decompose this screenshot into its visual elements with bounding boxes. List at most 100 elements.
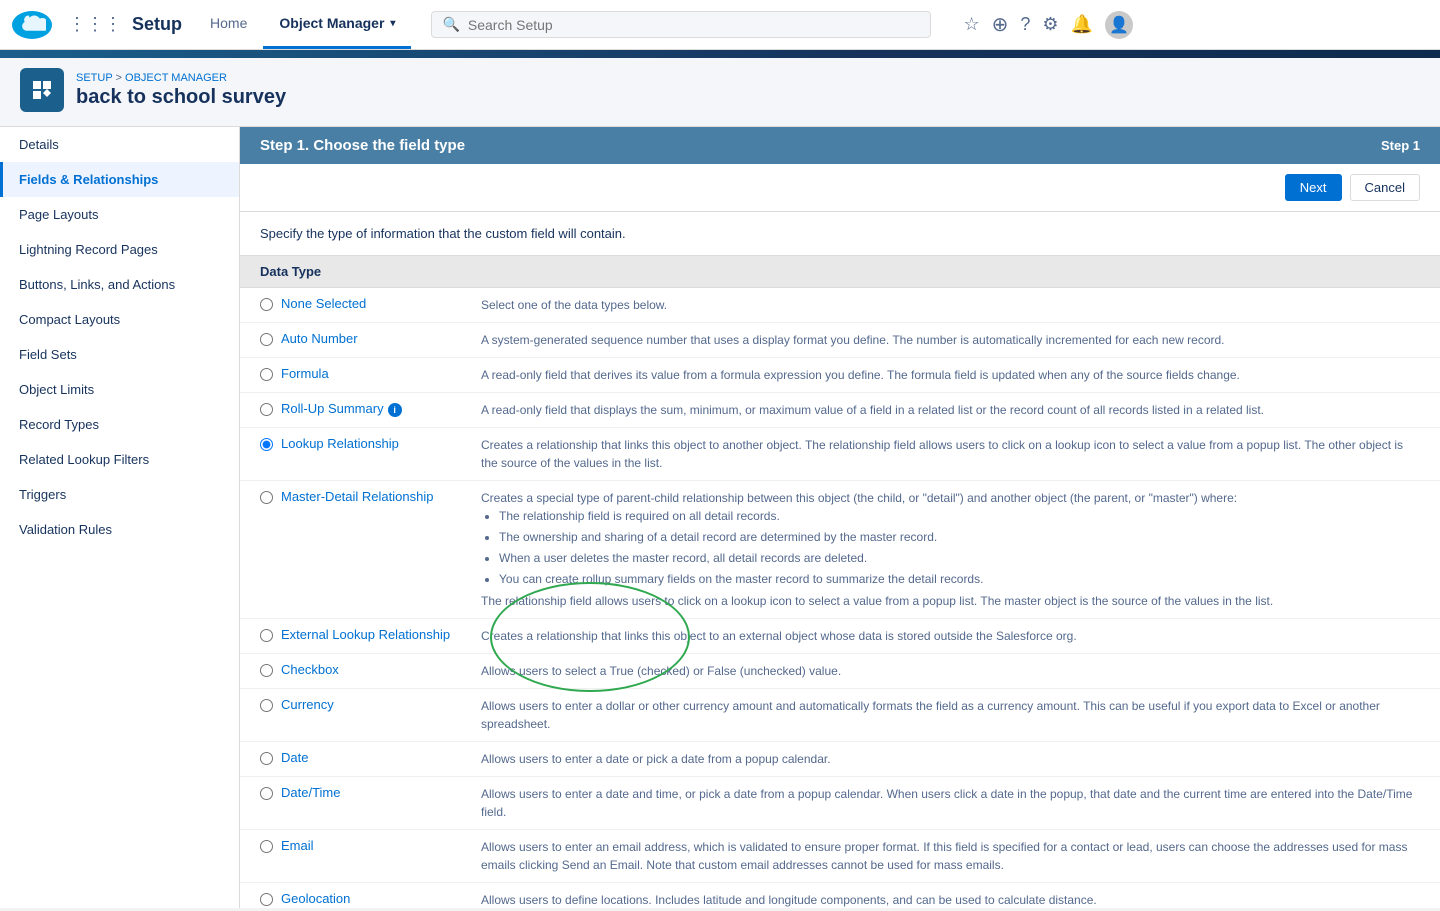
desc-email: Allows users to enter an email address, …: [481, 838, 1420, 874]
label-link-external-lookup-relationship[interactable]: External Lookup Relationship: [281, 627, 450, 642]
instruction-text: Specify the type of information that the…: [240, 212, 1440, 255]
data-type-row-date[interactable]: Date Allows users to enter a date or pick…: [240, 742, 1440, 777]
sidebar-item-fields-relationships[interactable]: Fields & Relationships: [0, 162, 239, 197]
search-bar: 🔍: [431, 11, 931, 38]
label-link-auto-number[interactable]: Auto Number: [281, 331, 358, 346]
label-link-roll-up-summary[interactable]: Roll-Up Summary: [281, 401, 384, 416]
label-link-lookup-relationship[interactable]: Lookup Relationship: [281, 436, 399, 451]
plus-icon[interactable]: ⊕: [992, 12, 1009, 37]
desc-date: Allows users to enter a date or pick a d…: [481, 750, 1420, 768]
desc-roll-up-summary: A read-only field that displays the sum,…: [481, 401, 1420, 419]
radio-email[interactable]: [260, 840, 273, 853]
top-navigation: ⋮⋮⋮ Setup Home Object Manager ▾ 🔍 ☆ ⊕ ? …: [0, 0, 1440, 50]
label-link-checkbox[interactable]: Checkbox: [281, 662, 339, 677]
gear-icon[interactable]: ⚙: [1042, 14, 1058, 35]
search-icon: 🔍: [442, 16, 459, 33]
tab-object-manager[interactable]: Object Manager ▾: [263, 0, 411, 49]
desc-auto-number: A system-generated sequence number that …: [481, 331, 1420, 349]
next-button[interactable]: Next: [1285, 174, 1342, 201]
label-link-date[interactable]: Date: [281, 750, 308, 765]
step-label: Step 1: [1381, 138, 1420, 153]
page-title: back to school survey: [76, 86, 286, 109]
data-type-row-email[interactable]: Email Allows users to enter an email addr…: [240, 830, 1440, 883]
desc-none-selected: Select one of the data types below.: [481, 296, 1420, 314]
data-type-row-geolocation[interactable]: Geolocation Allows users to define locati…: [240, 883, 1440, 908]
data-type-row-lookup-relationship[interactable]: Lookup Relationship Creates a relationshi…: [240, 428, 1440, 481]
label-link-geolocation[interactable]: Geolocation: [281, 891, 350, 906]
sidebar-item-validation-rules[interactable]: Validation Rules: [0, 512, 239, 547]
radio-lookup-relationship[interactable]: [260, 438, 273, 451]
radio-date-time[interactable]: [260, 787, 273, 800]
data-type-row-checkbox[interactable]: Checkbox Allows users to select a True (c…: [240, 654, 1440, 689]
desc-currency: Allows users to enter a dollar or other …: [481, 697, 1420, 733]
breadcrumb-area: SETUP > OBJECT MANAGER back to school su…: [0, 58, 1440, 127]
data-type-row-date-time[interactable]: Date/Time Allows users to enter a date an…: [240, 777, 1440, 830]
radio-none-selected[interactable]: [260, 298, 273, 311]
app-grid-icon[interactable]: ⋮⋮⋮: [68, 14, 122, 35]
chevron-down-icon: ▾: [390, 18, 395, 29]
sidebar-item-compact-layouts[interactable]: Compact Layouts: [0, 302, 239, 337]
radio-auto-number[interactable]: [260, 333, 273, 346]
sidebar-item-object-limits[interactable]: Object Limits: [0, 372, 239, 407]
breadcrumb-path: SETUP > OBJECT MANAGER: [76, 72, 286, 84]
cancel-button[interactable]: Cancel: [1350, 174, 1420, 201]
data-type-row-master-detail-relationship[interactable]: Master-Detail RelationshipCreates a spec…: [240, 481, 1440, 619]
data-type-row-none-selected[interactable]: None SelectedSelect one of the data type…: [240, 288, 1440, 323]
breadcrumb: SETUP > OBJECT MANAGER back to school su…: [76, 72, 286, 109]
data-type-row-roll-up-summary[interactable]: Roll-Up Summary i A read-only field that d…: [240, 393, 1440, 428]
help-icon[interactable]: ?: [1020, 14, 1030, 35]
step-header-title: Step 1. Choose the field type: [260, 137, 465, 154]
sidebar-item-triggers[interactable]: Triggers: [0, 477, 239, 512]
step-toolbar: Next Cancel: [240, 164, 1440, 212]
sidebar-item-record-types[interactable]: Record Types: [0, 407, 239, 442]
sidebar-item-page-layouts[interactable]: Page Layouts: [0, 197, 239, 232]
sidebar-item-buttons-links-actions[interactable]: Buttons, Links, and Actions: [0, 267, 239, 302]
data-type-row-currency[interactable]: Currency Allows users to enter a dollar o…: [240, 689, 1440, 742]
label-link-email[interactable]: Email: [281, 838, 314, 853]
avatar[interactable]: 👤: [1105, 11, 1133, 39]
data-type-rows: None SelectedSelect one of the data type…: [240, 288, 1440, 908]
desc-lookup-relationship: Creates a relationship that links this o…: [481, 436, 1420, 472]
desc-geolocation: Allows users to define locations. Includ…: [481, 891, 1420, 908]
radio-checkbox[interactable]: [260, 664, 273, 677]
radio-formula[interactable]: [260, 368, 273, 381]
data-type-row-external-lookup-relationship[interactable]: External Lookup Relationship Creates a re…: [240, 619, 1440, 654]
data-type-row-auto-number[interactable]: Auto Number A system-generated sequence n…: [240, 323, 1440, 358]
radio-geolocation[interactable]: [260, 893, 273, 906]
data-type-header: Data Type: [240, 255, 1440, 288]
label-link-formula[interactable]: Formula: [281, 366, 329, 381]
breadcrumb-object-manager-link[interactable]: OBJECT MANAGER: [125, 72, 227, 84]
radio-date[interactable]: [260, 752, 273, 765]
sub-nav-bar: [0, 50, 1440, 58]
radio-currency[interactable]: [260, 699, 273, 712]
label-link-currency[interactable]: Currency: [281, 697, 334, 712]
radio-master-detail-relationship[interactable]: [260, 491, 273, 504]
search-input[interactable]: [468, 17, 921, 33]
desc-date-time: Allows users to enter a date and time, o…: [481, 785, 1420, 821]
radio-external-lookup-relationship[interactable]: [260, 629, 273, 642]
bell-icon[interactable]: 🔔: [1071, 14, 1093, 35]
sidebar-item-lightning-record-pages[interactable]: Lightning Record Pages: [0, 232, 239, 267]
sidebar-item-details[interactable]: Details: [0, 127, 239, 162]
data-type-row-formula[interactable]: Formula A read-only field that derives it…: [240, 358, 1440, 393]
sidebar: DetailsFields & RelationshipsPage Layout…: [0, 127, 240, 908]
sidebar-item-related-lookup-filters[interactable]: Related Lookup Filters: [0, 442, 239, 477]
main-layout: DetailsFields & RelationshipsPage Layout…: [0, 127, 1440, 908]
salesforce-logo[interactable]: [12, 11, 52, 39]
tab-home[interactable]: Home: [194, 0, 263, 49]
desc-formula: A read-only field that derives its value…: [481, 366, 1420, 384]
desc-checkbox: Allows users to select a True (checked) …: [481, 662, 1420, 680]
breadcrumb-separator: >: [116, 72, 125, 84]
sidebar-item-field-sets[interactable]: Field Sets: [0, 337, 239, 372]
desc-external-lookup-relationship: Creates a relationship that links this o…: [481, 627, 1420, 645]
star-icon[interactable]: ☆: [963, 14, 979, 35]
label-link-master-detail-relationship[interactable]: Master-Detail Relationship: [281, 489, 433, 504]
main-content: Step 1. Choose the field type Step 1 Nex…: [240, 127, 1440, 908]
label-link-date-time[interactable]: Date/Time: [281, 785, 340, 800]
radio-roll-up-summary[interactable]: [260, 403, 273, 416]
nav-tabs: Home Object Manager ▾: [194, 0, 411, 49]
setup-label: Setup: [132, 14, 182, 35]
breadcrumb-setup-link[interactable]: SETUP: [76, 72, 112, 84]
nav-actions: ☆ ⊕ ? ⚙ 🔔 👤: [963, 11, 1132, 39]
info-icon-roll-up-summary: i: [388, 403, 402, 417]
